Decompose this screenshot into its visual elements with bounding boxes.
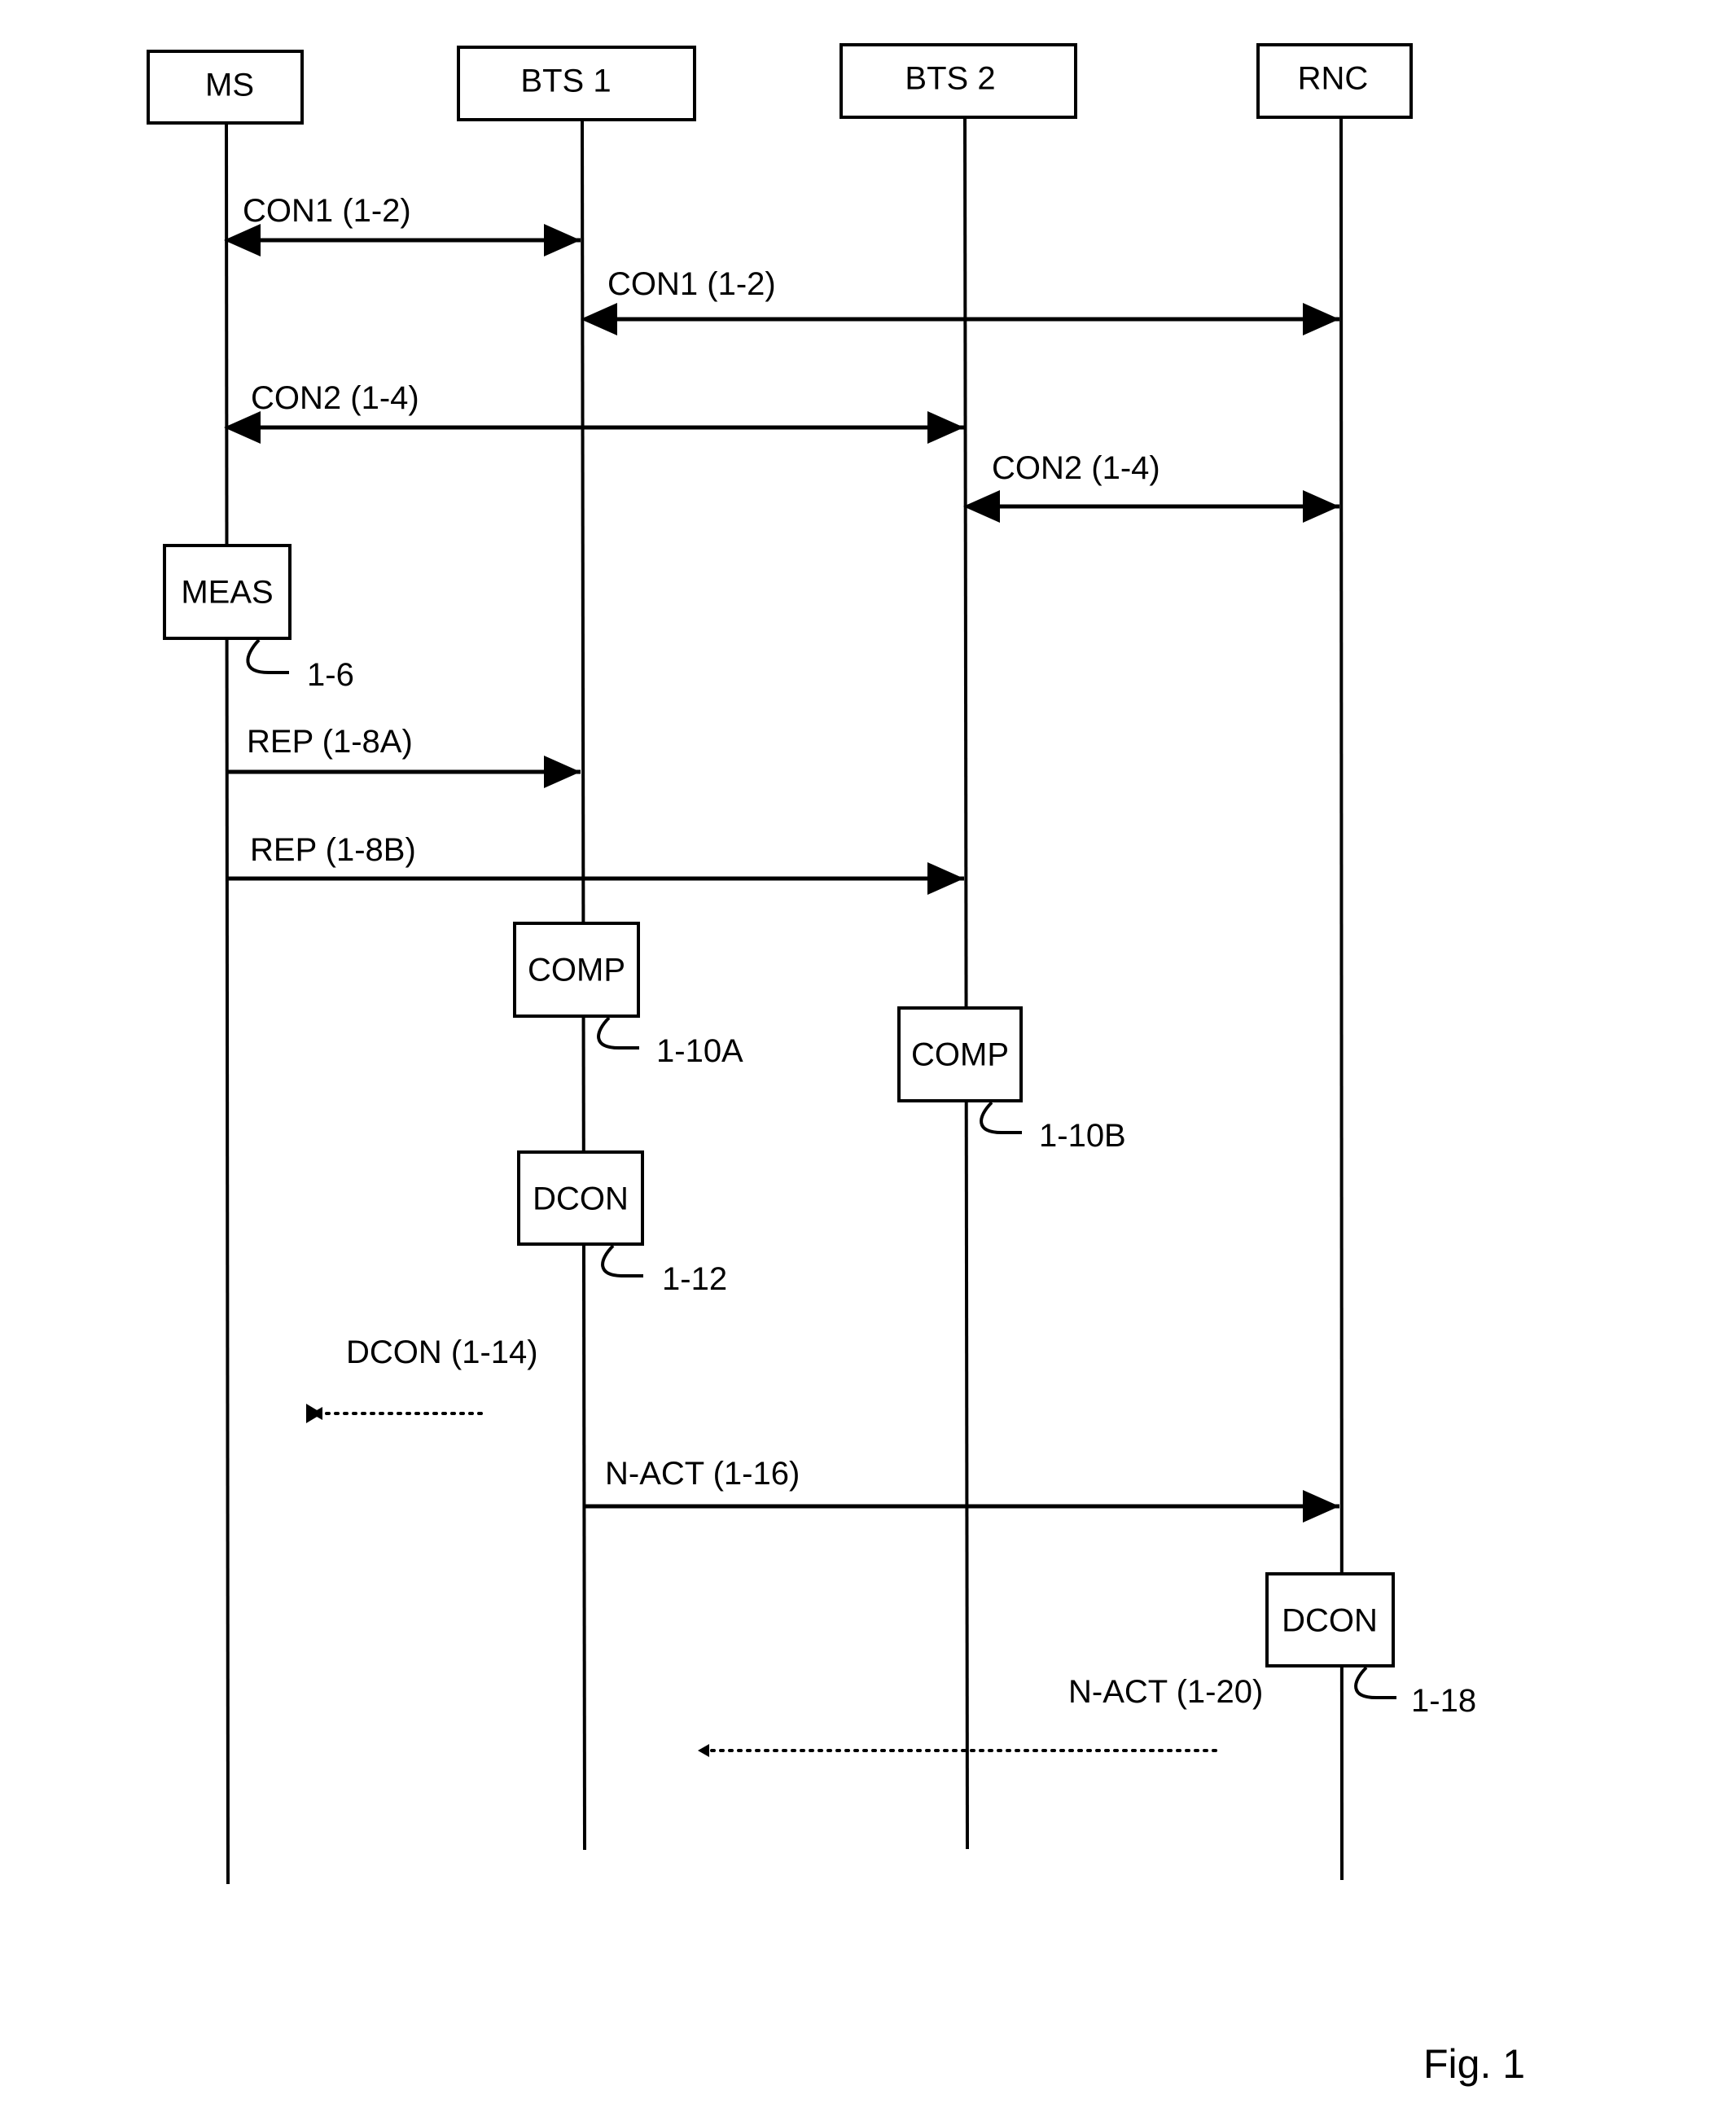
reference-number: 1-10B — [1039, 1118, 1126, 1154]
entity-label: RNC — [1298, 61, 1369, 97]
message-label: N-ACT (1-16) — [605, 1456, 800, 1492]
entity-bts2: BTS 2 — [840, 43, 1077, 119]
message-label: CON2 (1-4) — [992, 450, 1160, 486]
message-label: DCON (1-14) — [346, 1334, 538, 1370]
reference-number: 1-18 — [1411, 1683, 1476, 1719]
process-label: DCON — [533, 1181, 629, 1217]
reference-leader-icon — [980, 1101, 1022, 1134]
message-label: CON1 (1-2) — [243, 193, 411, 229]
arrowhead-icon — [311, 1407, 322, 1420]
message-label: REP (1-8A) — [247, 724, 413, 760]
reference-number: 1-6 — [307, 657, 354, 693]
reference-leader-icon — [601, 1244, 643, 1277]
process-comp-a: COMP 1-10A — [513, 922, 743, 1069]
process-label: COMP — [528, 953, 625, 988]
reference-leader-icon — [1354, 1666, 1396, 1699]
message-con2-bts2-rnc: CON2 (1-4) — [963, 450, 1339, 523]
process-label: COMP — [911, 1037, 1009, 1073]
message-rep-8b: REP (1-8B) — [228, 832, 964, 895]
reference-leader-icon — [246, 638, 289, 674]
entity-label: MS — [205, 68, 254, 103]
message-label: N-ACT (1-20) — [1068, 1674, 1263, 1710]
message-nact-16: N-ACT (1-16) — [585, 1456, 1339, 1523]
message-con1-bts1-rnc: CON1 (1-2) — [581, 266, 1339, 335]
process-dcon-18: DCON 1-18 — [1265, 1572, 1476, 1719]
message-dcon-14: DCON (1-14) — [306, 1334, 538, 1423]
entity-label: BTS 1 — [520, 64, 611, 99]
entity-bts1: BTS 1 — [457, 46, 696, 121]
message-con1-ms-bts1: CON1 (1-2) — [224, 193, 581, 256]
message-label: CON1 (1-2) — [607, 266, 776, 302]
entity-ms: MS — [147, 50, 304, 125]
process-comp-b: COMP 1-10B — [897, 1006, 1126, 1154]
entity-label: BTS 2 — [905, 61, 995, 97]
figure-caption: Fig. 1 — [1423, 2041, 1525, 2087]
lifeline-bts2 — [963, 116, 969, 1850]
reference-number: 1-10A — [656, 1033, 743, 1069]
message-rep-8a: REP (1-8A) — [228, 724, 581, 788]
sequence-diagram: MS BTS 1 BTS 2 RNC CON1 (1-2) CON1 (1-2)… — [147, 43, 1525, 2087]
reference-leader-icon — [597, 1016, 639, 1050]
entity-rnc: RNC — [1256, 43, 1413, 119]
process-dcon-12: DCON 1-12 — [517, 1150, 727, 1297]
message-con2-ms-bts2: CON2 (1-4) — [224, 380, 964, 444]
process-label: MEAS — [181, 575, 273, 611]
message-label: REP (1-8B) — [250, 832, 416, 868]
reference-number: 1-12 — [662, 1261, 727, 1297]
lifeline-ms — [225, 122, 230, 1885]
process-label: DCON — [1282, 1603, 1378, 1639]
message-label: CON2 (1-4) — [251, 380, 419, 416]
process-meas: MEAS 1-6 — [163, 544, 354, 693]
arrowhead-icon — [698, 1744, 709, 1757]
message-nact-20: N-ACT (1-20) — [698, 1674, 1263, 1757]
